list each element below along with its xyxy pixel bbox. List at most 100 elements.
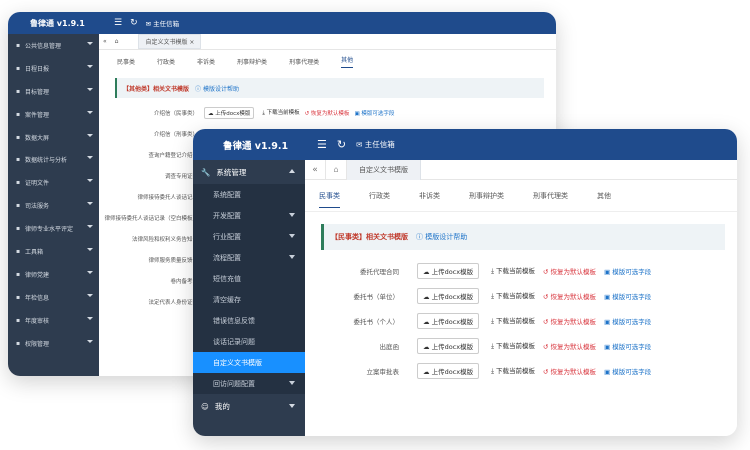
app-brand: 鲁律通 v1.9.1 — [223, 140, 289, 152]
tab-custom-templates[interactable]: 自定义文书模版 × — [138, 34, 202, 49]
menu-item-icon: ▪ — [16, 293, 21, 301]
reset-default-link[interactable]: ↺ 恢复为默认模板 — [543, 366, 596, 376]
category-tab[interactable]: 刑事代理类 — [289, 57, 319, 66]
mailbox-link[interactable]: ✉ 主任信箱 — [356, 139, 395, 150]
menu-item-icon: ▪ — [16, 110, 21, 118]
sidebar-item-label: 律师专业水平评定 — [25, 226, 74, 234]
upload-docx-button[interactable]: ☁ 上传docx模版 — [417, 262, 480, 279]
template-name: 委托书（单位） — [353, 292, 400, 301]
template-name: 委托代理合同 — [360, 267, 399, 276]
sidebar-item[interactable]: 回访问题配置 — [193, 373, 305, 394]
menu-item-icon: ▪ — [16, 179, 21, 187]
home-icon[interactable]: ⌂ — [115, 38, 119, 45]
template-fields-link[interactable]: ▣ 模版可选字段 — [604, 366, 651, 376]
sidebar-item[interactable]: 流程配置 — [193, 247, 305, 268]
sidebar-item[interactable]: 开发配置 — [193, 205, 305, 226]
download-template-link[interactable]: ⤓ 下载当前模板 — [491, 315, 535, 326]
category-tab[interactable]: 行政类 — [157, 57, 175, 66]
upload-docx-button[interactable]: ☁ 上传docx模版 — [417, 287, 480, 304]
download-template-link[interactable]: ⤓ 下载当前模板 — [262, 108, 299, 117]
sidebar-item-label: 行业配置 — [213, 232, 241, 241]
sidebar-item-mine[interactable]: ☺ 我的 — [193, 394, 305, 418]
template-name: 介绍信（刑事类） — [153, 131, 198, 138]
sidebar-item[interactable]: ▪ 权限管理 — [8, 332, 99, 355]
menu-toggle-icon[interactable]: ☰ — [317, 138, 327, 151]
tabs-back-icon[interactable]: « — [103, 38, 107, 45]
sidebar-item[interactable]: 谈话记录问题 — [193, 331, 305, 352]
chevron-down-icon — [87, 339, 93, 343]
category-tab[interactable]: 行政类 — [369, 191, 390, 201]
category-tab[interactable]: 刑事辩护类 — [469, 191, 504, 201]
sidebar-item[interactable]: 行业配置 — [193, 226, 305, 247]
menu-toggle-icon[interactable]: ☰ — [114, 18, 122, 28]
category-tab[interactable]: 民事类 — [319, 183, 340, 208]
template-fields-link[interactable]: ▣ 模版可选字段 — [604, 316, 651, 326]
help-label: 模版设计帮助 — [202, 85, 239, 93]
template-fields-link[interactable]: ▣ 模版可选字段 — [604, 341, 651, 351]
download-template-link[interactable]: ⤓ 下载当前模板 — [491, 340, 535, 351]
upload-docx-button[interactable]: ☁ 上传docx模版 — [417, 337, 480, 354]
category-tab[interactable]: 刑事代理类 — [533, 191, 568, 201]
page-tabs: « ⌂ 自定义文书模版 — [305, 159, 737, 180]
template-name: 卷内备考表 — [170, 278, 198, 285]
reset-default-link[interactable]: ↺ 恢复为默认模板 — [543, 291, 596, 301]
menu-item-icon: ▪ — [16, 225, 21, 233]
refresh-icon[interactable]: ↻ — [130, 18, 138, 28]
menu-item-icon: ▪ — [16, 339, 21, 347]
category-tab[interactable]: 其他 — [597, 191, 611, 201]
menu-item-icon: ▪ — [16, 87, 21, 95]
category-tab[interactable]: 民事类 — [117, 57, 135, 66]
template-fields-link[interactable]: ▣ 模版可选字段 — [604, 291, 651, 301]
download-template-link[interactable]: ⤓ 下载当前模板 — [491, 265, 535, 276]
sidebar-item-label: 谈话记录问题 — [213, 337, 255, 346]
tabs-back-icon[interactable]: « — [305, 165, 325, 175]
category-tab[interactable]: 刑事辩护类 — [237, 57, 267, 66]
help-link[interactable]: ⓘ 模版设计帮助 — [416, 232, 467, 242]
stage: 鲁律通 v1.9.1 ☰ ↻ ✉ 主任信箱 ▪ 公共信息管理 ▪ 日程日报 ▪ 目标管理 ▪… — [0, 0, 750, 450]
sidebar-item[interactable]: ▪ 数据大屏 — [8, 126, 99, 149]
category-tab[interactable]: 非诉类 — [197, 57, 215, 66]
reset-default-link[interactable]: ↺ 恢复为默认模板 — [543, 341, 596, 351]
template-fields-link[interactable]: ▣ 模版可选字段 — [354, 109, 394, 117]
section-title: 【民事类】相关文书模版 — [331, 233, 408, 241]
sidebar-item[interactable]: ▪ 证明文件 — [8, 171, 99, 194]
refresh-icon[interactable]: ↻ — [337, 138, 346, 151]
upload-docx-button[interactable]: ☁ 上传docx模版 — [204, 106, 255, 119]
sidebar-item-label: 目标管理 — [25, 88, 50, 96]
help-link[interactable]: ⓘ 模版设计帮助 — [195, 84, 239, 93]
sidebar-item[interactable]: ▪ 律师党建 — [8, 263, 99, 286]
template-fields-link[interactable]: ▣ 模版可选字段 — [604, 266, 651, 276]
reset-default-link[interactable]: ↺ 恢复为默认模板 — [543, 266, 596, 276]
home-icon[interactable]: ⌂ — [325, 159, 347, 180]
sidebar-item[interactable]: 清空缓存 — [193, 289, 305, 310]
sidebar-item[interactable]: 错误信息反馈 — [193, 310, 305, 331]
sidebar-item[interactable]: ▪ 日程日报 — [8, 57, 99, 80]
tab-custom-templates[interactable]: 自定义文书模版 — [347, 159, 421, 180]
sidebar-item[interactable]: ▪ 年检信息 — [8, 286, 99, 309]
chevron-down-icon — [87, 316, 93, 320]
sidebar-item[interactable]: ▪ 工具箱 — [8, 240, 99, 263]
sidebar-item[interactable]: ▪ 年度审核 — [8, 309, 99, 332]
upload-docx-button[interactable]: ☁ 上传docx模版 — [417, 312, 480, 329]
template-row: 出庭函 ☁ 上传docx模版 ⤓ 下载当前模板 ↺ 恢复为默认模板 ▣ 模版可选字段 — [305, 333, 737, 358]
category-tab[interactable]: 非诉类 — [419, 191, 440, 201]
sidebar-item[interactable]: ▪ 目标管理 — [8, 80, 99, 103]
download-template-link[interactable]: ⤓ 下载当前模板 — [491, 290, 535, 301]
sidebar-item[interactable]: ▪ 律师专业水平评定 — [8, 217, 99, 240]
reset-default-link[interactable]: ↺ 恢复为默认模板 — [305, 109, 350, 117]
download-template-link[interactable]: ⤓ 下载当前模板 — [491, 365, 535, 376]
sidebar-item[interactable]: ▪ 司法服务 — [8, 194, 99, 217]
reset-default-link[interactable]: ↺ 恢复为默认模板 — [543, 316, 596, 326]
category-tabs: 民事类 行政类 非诉类 刑事辩护类 刑事代理类 其他 — [99, 50, 556, 72]
sidebar-item[interactable]: ▪ 公共信息管理 — [8, 34, 99, 57]
sidebar-group-system[interactable]: 🔧 系统管理 — [193, 160, 305, 184]
sidebar-item[interactable]: ▪ 案件管理 — [8, 103, 99, 126]
sidebar-item[interactable]: 短信充值 — [193, 268, 305, 289]
mailbox-link[interactable]: ✉ 主任信箱 — [146, 18, 180, 28]
category-tab[interactable]: 其他 — [341, 55, 354, 68]
chevron-down-icon — [87, 64, 93, 68]
upload-docx-button[interactable]: ☁ 上传docx模版 — [417, 362, 480, 379]
sidebar-item[interactable]: ▪ 数据统计与分析 — [8, 148, 99, 171]
sidebar-item[interactable]: 自定义文书模版 — [193, 352, 305, 373]
sidebar-item[interactable]: 系统配置 — [193, 184, 305, 205]
